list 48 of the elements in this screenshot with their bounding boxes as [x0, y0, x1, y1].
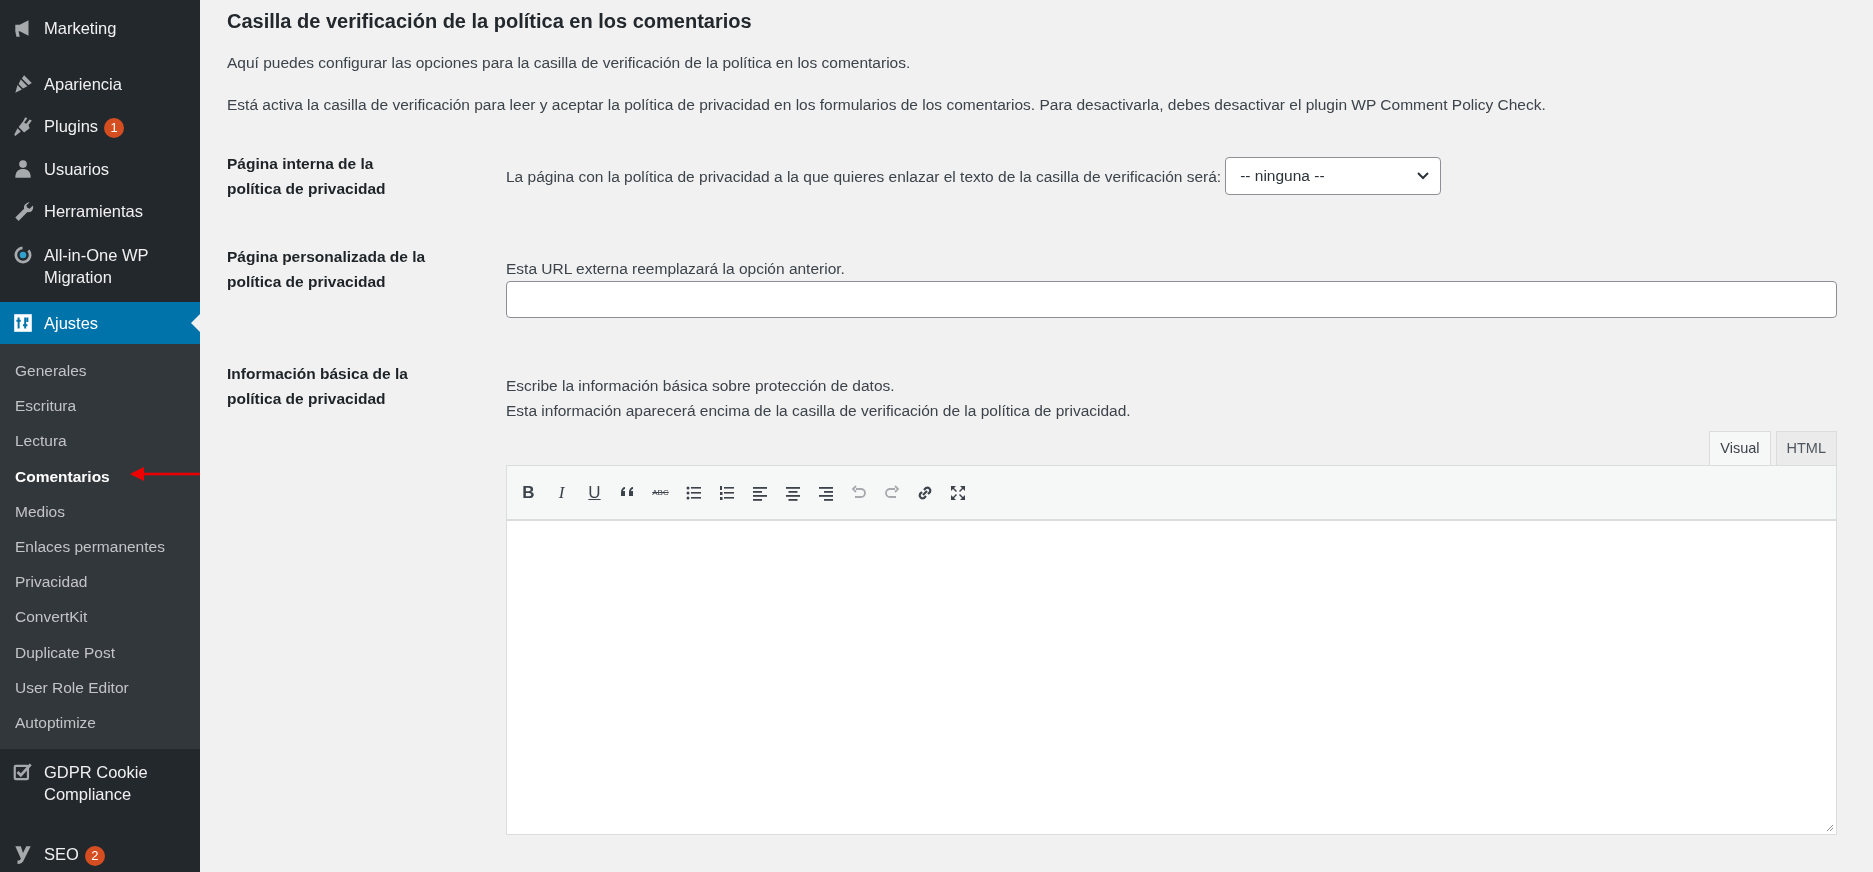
submenu-item[interactable]: Comentarios — [0, 458, 200, 494]
url-input[interactable] — [506, 281, 1837, 318]
submenu-item[interactable]: Lectura — [0, 423, 200, 459]
italic-button[interactable]: I — [550, 481, 573, 504]
submenu-item[interactable]: Generales — [0, 353, 200, 389]
strikethrough-button[interactable]: ABC — [649, 481, 672, 504]
bold-button[interactable]: B — [517, 481, 540, 504]
field-hint: Esta URL externa reemplazará la opción anterior. — [506, 259, 846, 279]
setting-label: Página personalizada de la política de privacidad — [227, 247, 427, 292]
menu-item[interactable]: GDPR Cookie Compliance — [0, 749, 200, 820]
count-badge: 2 — [84, 846, 105, 867]
editor-tab[interactable]: Visual — [1709, 431, 1771, 465]
submenu-item[interactable]: User Role Editor — [0, 669, 200, 706]
editor-tab[interactable]: HTML — [1775, 431, 1837, 465]
sliders-icon — [12, 312, 34, 334]
menu-item[interactable]: SEO 2 — [0, 833, 200, 872]
menu-item[interactable]: Plugins 1 — [0, 105, 200, 148]
menu-item[interactable]: Ajustes — [0, 302, 200, 344]
submenu-item[interactable]: Duplicate Post — [0, 634, 200, 670]
menu-item[interactable]: All-in-One WP Migration — [0, 232, 200, 302]
wrench-icon — [12, 200, 34, 222]
logo-icon — [12, 843, 34, 866]
underline-button[interactable]: U — [583, 481, 606, 504]
menu-item[interactable]: Marketing — [0, 7, 200, 49]
resize-grip-icon — [1824, 822, 1834, 832]
plug-icon — [12, 115, 34, 137]
setting-label: Página interna de la política de privacidad — [227, 154, 387, 199]
setting-label: Información básica de la política de privacidad — [227, 364, 409, 409]
arrow-annotation — [130, 466, 200, 482]
count-badge: 1 — [104, 118, 125, 138]
submenu-item[interactable]: Privacidad — [0, 564, 200, 600]
user-icon — [12, 158, 34, 180]
section-title: Casilla de verificación de la política en los comentarios — [227, 9, 753, 34]
field-hint: Esta información aparecerá encima de la casilla de verificación de la política de privacidad. — [506, 401, 1132, 421]
menu-item[interactable]: Herramientas — [0, 190, 200, 232]
page-select[interactable]: -- ninguna -- — [1225, 157, 1442, 195]
brush-icon — [12, 73, 34, 95]
submenu-item[interactable]: Escritura — [0, 388, 200, 424]
menu-item[interactable]: Apariencia — [0, 63, 200, 105]
field-hint: Escribe la información básica sobre protección de datos. — [506, 376, 896, 396]
submenu-item[interactable]: ConvertKit — [0, 599, 200, 635]
description-text: Está activa la casilla de verificación para leer y aceptar la política de privacidad en los formularios de los comentarios. Para desactivarla, debes desactivar el plugin WP Comment Policy Check. — [227, 95, 1547, 115]
description-text: Aquí puedes configurar las opciones para la casilla de verificación de la política en los comentarios. — [227, 53, 912, 73]
submenu-item[interactable]: Autoptimize — [0, 705, 200, 741]
field-hint: La página con la política de privacidad a la que quieres enlazar el texto de la casilla de verificación será: — [506, 166, 1222, 187]
submenu-item[interactable]: Medios — [0, 493, 200, 529]
menu-item[interactable]: Usuarios — [0, 148, 200, 190]
submenu-item[interactable]: Enlaces permanentes — [0, 529, 200, 565]
